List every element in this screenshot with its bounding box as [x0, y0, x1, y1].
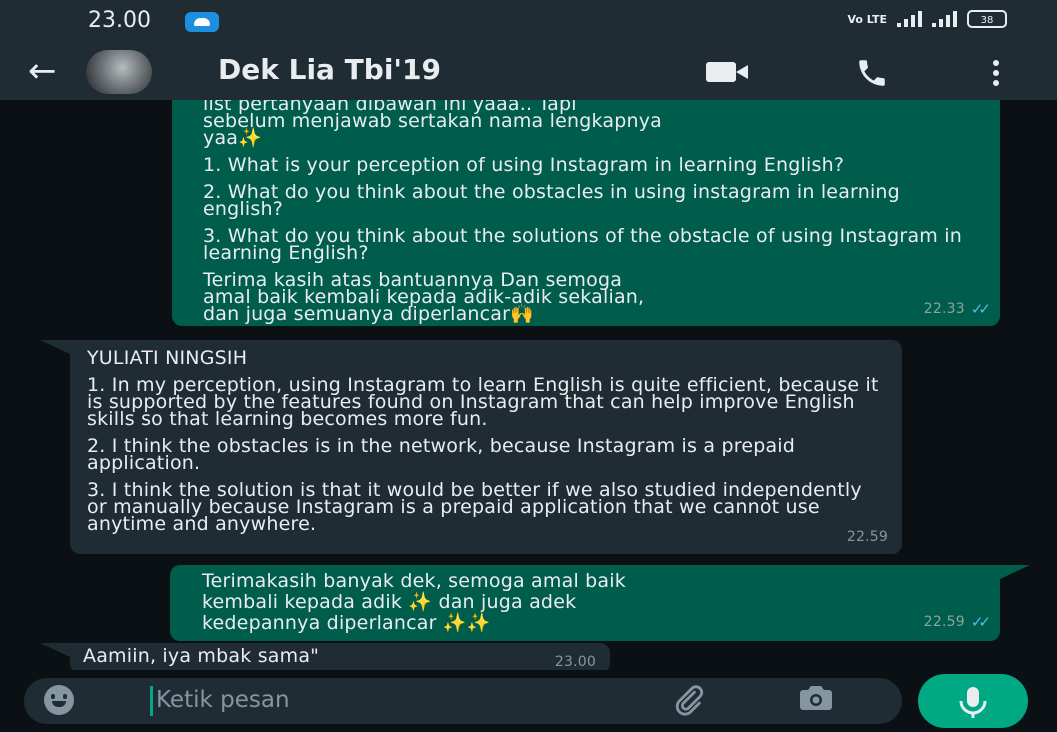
incoming-message-answers[interactable]: YULIATI NINGSIH 1. In my perception, usi…	[40, 340, 902, 554]
incoming-message-reply[interactable]: Aamiin, iya mbak sama" 23.00	[40, 643, 610, 670]
chat-area[interactable]: list pertanyaan dibawah ini yaaa.. Tapi …	[0, 100, 1057, 670]
message-time: 22.33	[923, 301, 965, 317]
message-text: dan juga semuanya diperlancar	[203, 303, 511, 325]
status-bar: 23.00 Vo LTE 38	[0, 0, 1057, 44]
sparkles-icon: ✨	[442, 612, 467, 634]
status-indicators: Vo LTE 38	[847, 10, 1007, 28]
message-input[interactable]	[156, 684, 636, 716]
avatar[interactable]	[86, 50, 152, 94]
raised-hands-icon: 🙌	[510, 303, 535, 325]
message-text: yaa	[203, 127, 239, 149]
back-arrow-icon[interactable]: ←	[28, 54, 68, 90]
answer-1: 1. In my perception, using Instagram to …	[87, 374, 879, 430]
question-3: 3. What do you think about the solutions…	[203, 225, 962, 264]
contact-name[interactable]: Dek Lia Tbi'19	[218, 53, 441, 86]
message-time: 22.59	[846, 529, 888, 545]
sparkles-icon: ✨	[466, 612, 491, 634]
attachment-icon[interactable]	[666, 683, 710, 717]
outgoing-message-questions[interactable]: list pertanyaan dibawah ini yaaa.. Tapi …	[172, 100, 1000, 326]
message-text: Aamiin, iya mbak sama"	[83, 645, 320, 667]
battery-icon: 38	[967, 10, 1007, 28]
message-meta: 22.59 ✓✓	[923, 612, 991, 633]
message-meta: 23.00	[555, 654, 596, 670]
phone-call-icon[interactable]	[855, 56, 889, 90]
camera-icon[interactable]	[800, 685, 832, 711]
signal-icon-2	[932, 11, 957, 27]
message-text: Terimakasih banyak dek, semoga amal baik	[202, 570, 626, 592]
message-text: kedepannya diperlancar	[202, 612, 437, 634]
message-time: 23.00	[554, 654, 596, 670]
read-ticks-icon: ✓✓	[970, 300, 991, 318]
message-meta: 22.59	[847, 529, 888, 546]
text-caret	[150, 686, 153, 716]
answer-2: 2. I think the obstacles is in the netwo…	[87, 435, 796, 474]
signal-icon	[897, 11, 922, 27]
message-time: 22.59	[923, 614, 965, 630]
status-time: 23.00	[88, 8, 151, 33]
question-2: 2. What do you think about the obstacles…	[203, 181, 900, 220]
message-meta: 22.33 ✓✓	[923, 300, 991, 318]
sparkles-icon: ✨	[408, 591, 433, 613]
composer-bar	[0, 670, 1057, 728]
question-1: 1. What is your perception of using Inst…	[203, 154, 845, 176]
volte-indicator: Vo LTE	[847, 12, 887, 26]
microphone-icon[interactable]	[918, 674, 1028, 728]
message-text: sebelum menjawab sertakan nama lengkapny…	[203, 110, 662, 132]
more-vert-icon[interactable]	[990, 56, 1002, 90]
outgoing-message-thanks[interactable]: Terimakasih banyak dek, semoga amal baik…	[170, 565, 1030, 641]
cloud-icon	[185, 12, 219, 32]
emoji-icon[interactable]	[44, 685, 74, 715]
read-ticks-icon: ✓✓	[970, 613, 991, 631]
message-text: dan juga adek	[438, 591, 577, 613]
sender-name: YULIATI NINGSIH	[87, 347, 248, 369]
answer-3: 3. I think the solution is that it would…	[87, 479, 862, 535]
message-text: kembali kepada adik	[202, 591, 403, 613]
video-call-icon[interactable]	[706, 60, 752, 84]
sparkles-icon: ✨	[238, 127, 262, 149]
chat-header: ← Dek Lia Tbi'19	[0, 44, 1057, 100]
